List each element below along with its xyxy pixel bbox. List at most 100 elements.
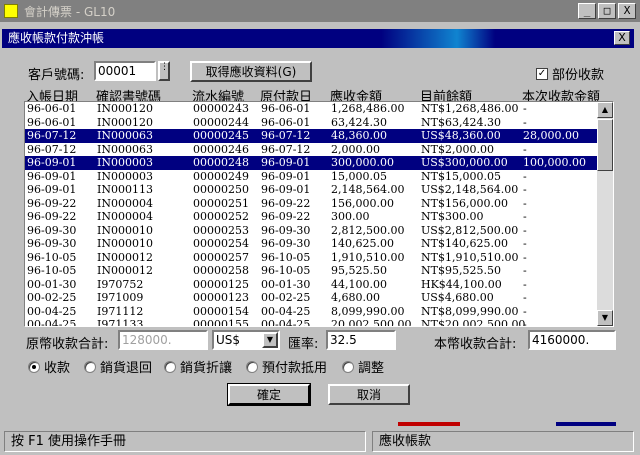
cell-serial: 00000257 [193,250,249,264]
cell-serial: 00000248 [193,156,249,169]
cell-paydate: 00-04-25 [261,318,311,326]
table-row[interactable]: 00-04-25 I971133 00000155 00-04-25 20,002,50… [25,318,598,326]
scroll-down-button[interactable]: ▼ [597,310,613,326]
table-row[interactable]: 96-09-30 IN000010 00000254 96-09-30 140,625.… [25,237,598,251]
scroll-thumb[interactable] [597,119,613,171]
radio-prepayment[interactable]: 預付款抵用 [246,357,327,376]
cell-paydate: 96-09-01 [261,183,311,196]
radio-adjustment-dot[interactable] [342,360,354,373]
currency-select[interactable]: US$ ▼ [212,330,280,350]
original-total-field[interactable]: 128000. [118,330,208,350]
cell-doc: IN000063 [97,142,153,156]
cell-serial: 00000249 [193,169,249,183]
status-bar: 按 F1 使用操作手冊 應收帳款 [0,427,640,455]
dialog-title: 應收帳款付款沖帳 [8,31,105,45]
cell-date: 96-09-01 [27,183,77,196]
cell-amount: 1,910,510.00 [331,250,405,264]
table-row[interactable]: 96-10-05 IN000012 00000258 96-10-05 95,525.5… [25,264,598,278]
close-button[interactable]: X [618,3,636,19]
cell-doc: IN000003 [97,169,153,183]
table-row[interactable]: 96-07-12 IN000063 00000246 96-07-12 2,000.00… [25,143,598,157]
cell-amount: 2,000.00 [331,142,380,156]
radio-receipt-label: 收款 [44,361,71,376]
table-row[interactable]: 00-02-25 I971009 00000123 00-02-25 4,680.00 U… [25,291,598,305]
cell-serial: 00000251 [193,196,249,210]
table-row[interactable]: 96-09-30 IN000010 00000253 96-09-30 2,812,50… [25,224,598,238]
radio-sales-return[interactable]: 銷貨退回 [84,357,152,376]
ok-button[interactable]: 確定 [227,383,311,406]
fetch-receivables-button[interactable]: 取得應收資料(G) [190,61,312,82]
radio-sales-discount-dot[interactable] [164,360,176,373]
table-row[interactable]: 96-06-01 IN000120 00000244 96-06-01 63,424.3… [25,116,598,130]
dialog-close-button[interactable]: X [614,31,630,45]
radio-sales-discount[interactable]: 銷貨折讓 [164,357,232,376]
cell-date: 96-09-01 [27,156,77,169]
table-row[interactable]: 00-01-30 I970752 00000125 00-01-30 44,100.00… [25,278,598,292]
status-help: 按 F1 使用操作手冊 [4,431,366,452]
cell-receive: - [523,318,527,326]
cell-serial: 00000125 [193,277,249,291]
radio-receipt[interactable]: 收款 [28,357,70,376]
cell-amount: 44,100.00 [331,277,387,291]
decor-strip-blue [556,422,616,426]
customer-input[interactable]: 00001 [94,61,156,81]
cell-paydate: 00-01-30 [261,277,311,291]
radio-receipt-dot[interactable] [28,360,40,373]
cell-amount: 300.00 [331,210,370,223]
customer-lookup-button[interactable]: ⋮ [158,61,170,81]
cell-doc: IN000010 [97,223,153,237]
cell-doc: IN000010 [97,237,153,250]
maximize-button[interactable]: □ [598,3,616,19]
cell-date: 00-04-25 [27,318,77,326]
radio-sales-return-dot[interactable] [84,360,96,373]
vertical-scrollbar[interactable]: ▲ ▼ [597,102,613,326]
radio-prepayment-dot[interactable] [246,360,258,373]
table-row[interactable]: 96-10-05 IN000012 00000257 96-10-05 1,910,51… [25,251,598,265]
cell-serial: 00000244 [193,115,249,129]
cell-date: 96-09-30 [27,237,77,250]
cell-date: 96-09-22 [27,210,77,223]
cell-amount: 300,000.00 [331,156,394,169]
app-title: 會計傳票 - GL10 [24,4,116,19]
table-row[interactable]: 96-09-01 IN000113 00000250 96-09-01 2,148,56… [25,183,598,197]
minimize-button[interactable]: _ [578,3,596,19]
currency-dropdown-button[interactable]: ▼ [262,332,278,348]
table-row[interactable]: 96-09-22 IN000004 00000251 96-09-22 156,000.… [25,197,598,211]
cell-paydate: 96-07-12 [261,129,311,142]
checkbox-box[interactable]: ✓ [536,67,548,80]
cancel-button[interactable]: 取消 [328,384,410,405]
cell-balance: NT$1,910,510.00 [421,250,519,264]
scroll-up-button[interactable]: ▲ [597,102,613,118]
cell-doc: I971133 [97,318,144,326]
local-total-label: 本幣收款合計: [434,337,517,352]
cell-receive: - [523,237,527,250]
rate-input[interactable]: 32.5 [326,330,396,350]
table-row[interactable]: 96-07-12 IN000063 00000245 96-07-12 48,360.0… [25,129,598,143]
receivables-grid[interactable]: 96-06-01 IN000120 00000243 96-06-01 1,268,48… [24,101,614,327]
partial-payment-checkbox[interactable]: ✓ 部份收款 [536,64,604,83]
table-row[interactable]: 96-09-01 IN000003 00000249 96-09-01 15,000.0… [25,170,598,184]
table-row[interactable]: 96-09-22 IN000004 00000252 96-09-22 300.00 NT… [25,210,598,224]
customer-label: 客戶號碼: [28,68,85,83]
cell-receive: - [523,169,527,183]
table-row[interactable]: 96-06-01 IN000120 00000243 96-06-01 1,268,48… [25,102,598,116]
cell-serial: 00000155 [193,318,249,326]
cell-doc: IN000063 [97,129,153,142]
table-row[interactable]: 96-09-01 IN000003 00000248 96-09-01 300,000.… [25,156,598,170]
cell-date: 96-09-01 [27,169,77,183]
cell-date: 96-07-12 [27,142,77,156]
local-total-field[interactable]: 4160000. [528,330,616,350]
cell-paydate: 96-06-01 [261,115,311,129]
cell-paydate: 00-04-25 [261,304,311,318]
cell-balance: US$300,000.00 [421,156,508,169]
cell-balance: NT$156,000.00 [421,196,508,210]
cell-date: 96-06-01 [27,102,77,115]
check-icon: ✓ [537,67,547,79]
cell-date: 00-02-25 [27,291,77,304]
table-row[interactable]: 00-04-25 I971112 00000154 00-04-25 8,099,990… [25,305,598,319]
cell-amount: 2,148,564.00 [331,183,405,196]
cell-amount: 140,625.00 [331,237,394,250]
radio-prepayment-label: 預付款抵用 [262,361,328,376]
cell-receive: - [523,277,527,291]
radio-adjustment[interactable]: 調整 [342,357,384,376]
